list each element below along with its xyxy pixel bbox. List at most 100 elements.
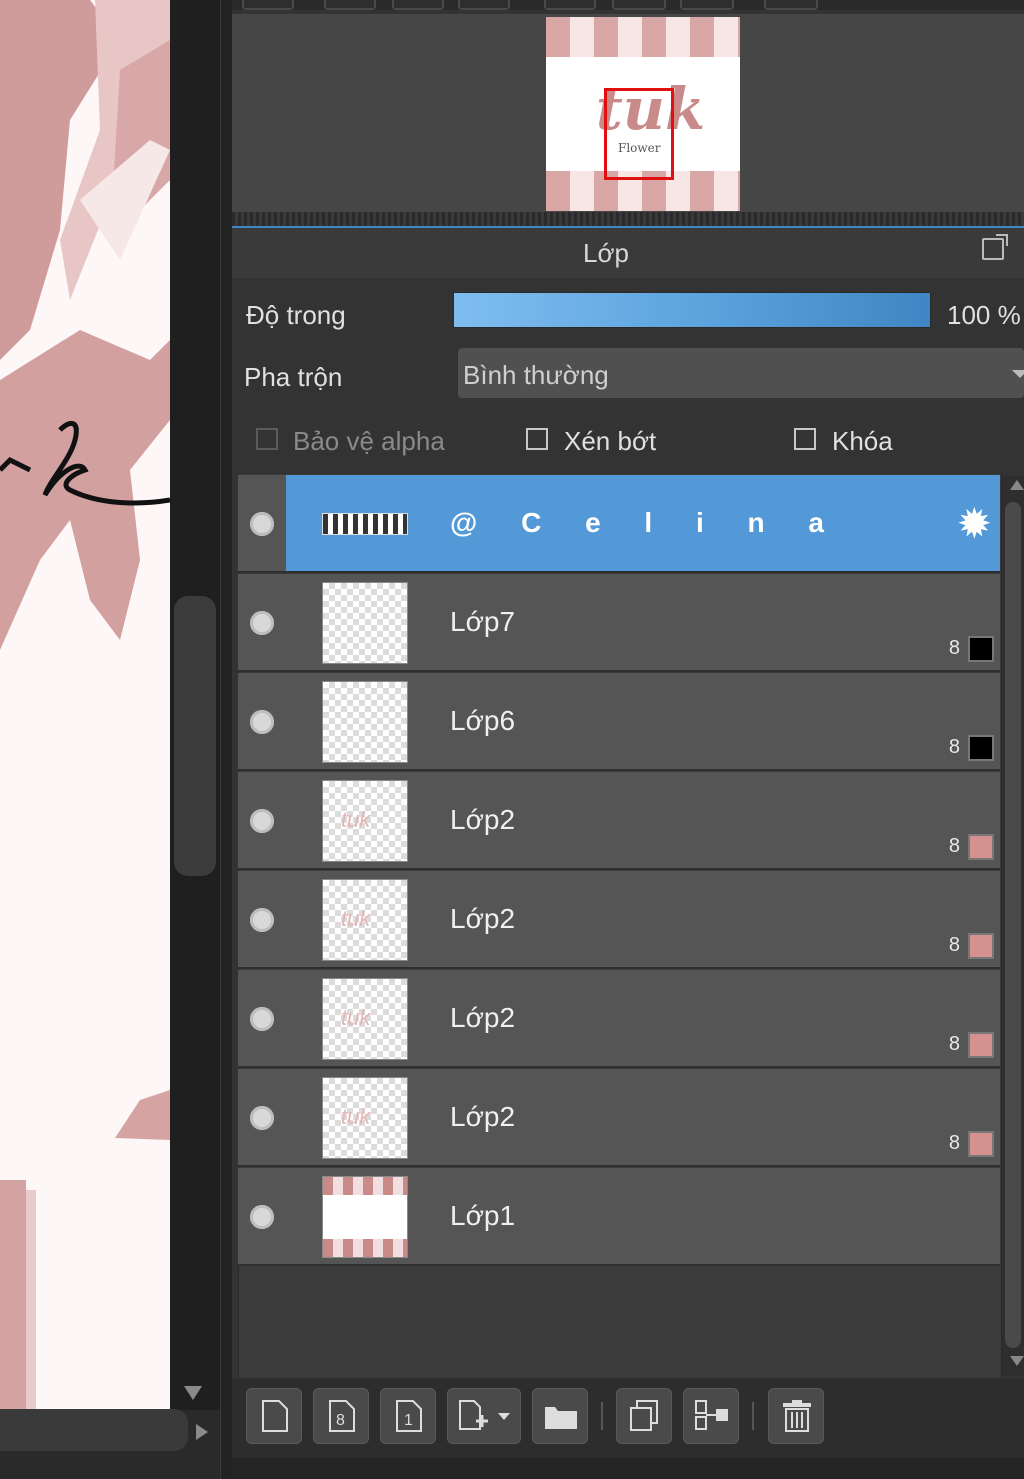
layer-name: @ C e l i n a	[450, 507, 843, 538]
new-1bit-layer-button[interactable]: 1	[380, 1388, 436, 1444]
layer-thumbnail: tuk	[322, 879, 408, 961]
layer-row[interactable]: tuk Lớp2 8	[238, 1069, 1000, 1167]
bit-depth-label: 8	[948, 736, 960, 758]
lock-label: Khóa	[832, 426, 893, 456]
layer-name: Lớp7	[450, 606, 516, 637]
thumbnail-faint-logo: tuk	[341, 1005, 371, 1030]
delete-layer-icon	[783, 1400, 811, 1432]
svg-text:8: 8	[336, 1412, 345, 1429]
svg-text:1: 1	[404, 1412, 413, 1429]
merge-down-icon	[695, 1400, 728, 1430]
protect-alpha-checkbox[interactable]	[256, 428, 278, 450]
scroll-right-arrow-icon[interactable]	[196, 1424, 208, 1440]
opacity-value: 100 %	[947, 300, 1021, 330]
layer-panel-title: Lớp	[583, 238, 629, 268]
thumbnail-top-border	[546, 17, 740, 57]
layer-row[interactable]: Lớp6 8	[238, 673, 1000, 771]
layer-color-swatch[interactable]	[968, 933, 994, 959]
clipping-label: Xén bớt	[564, 426, 657, 456]
visibility-toggle[interactable]	[250, 809, 274, 833]
thumbnail-faint-logo: tuk	[341, 1104, 371, 1129]
navigator-tool-button[interactable]	[392, 0, 444, 10]
navigator-tool-button[interactable]	[680, 0, 734, 10]
lock-checkbox[interactable]	[794, 428, 816, 450]
drawing-canvas[interactable]	[0, 0, 170, 1410]
navigator-tool-button[interactable]	[612, 0, 666, 10]
new-8bit-layer-icon: 8	[329, 1400, 355, 1432]
scroll-down-arrow-icon[interactable]	[1010, 1356, 1024, 1366]
layer-name: Lớp1	[450, 1200, 516, 1231]
panel-separator[interactable]	[232, 212, 1024, 226]
visibility-toggle[interactable]	[250, 908, 274, 932]
layer-name: Lớp2	[450, 804, 516, 835]
opacity-label: Độ trong	[246, 300, 346, 330]
duplicate-layer-button[interactable]	[616, 1388, 672, 1444]
visibility-toggle[interactable]	[250, 710, 274, 734]
canvas-horizontal-scroll-thumb[interactable]	[0, 1409, 188, 1451]
toolbar-separator	[601, 1402, 603, 1430]
new-layer-button[interactable]	[246, 1388, 302, 1444]
navigator-tool-button[interactable]	[764, 0, 818, 10]
protect-alpha-label: Bảo vệ alpha	[293, 426, 445, 456]
merge-down-button[interactable]	[683, 1388, 739, 1444]
bit-depth-label: 8	[948, 934, 960, 956]
navigator-toolbar	[232, 0, 1024, 10]
navigator-tool-button[interactable]	[242, 0, 294, 10]
navigator-tool-button[interactable]	[324, 0, 376, 10]
visibility-toggle[interactable]	[250, 512, 274, 536]
toolbar-separator	[752, 1402, 754, 1430]
layer-color-swatch[interactable]	[968, 834, 994, 860]
navigator-tool-button[interactable]	[544, 0, 596, 10]
layer-thumbnail	[322, 513, 408, 535]
layer-color-swatch[interactable]	[968, 1131, 994, 1157]
layer-thumbnail	[322, 681, 408, 763]
bit-depth-label: 8	[948, 1033, 960, 1055]
layer-row[interactable]: Lớp1	[238, 1168, 1000, 1266]
layer-color-swatch[interactable]	[968, 735, 994, 761]
visibility-toggle[interactable]	[250, 1106, 274, 1130]
gear-icon[interactable]: ✹	[957, 503, 992, 545]
delete-layer-button[interactable]	[768, 1388, 824, 1444]
blend-mode-value: Bình thường	[463, 360, 609, 390]
visibility-toggle[interactable]	[250, 611, 274, 635]
new-8bit-layer-button[interactable]: 8	[313, 1388, 369, 1444]
layer-name: Lớp2	[450, 1002, 516, 1033]
opacity-slider[interactable]	[453, 292, 931, 328]
visibility-toggle[interactable]	[250, 1205, 274, 1229]
visibility-toggle[interactable]	[250, 1007, 274, 1031]
layer-row[interactable]: tuk Lớp2 8	[238, 871, 1000, 969]
layer-row[interactable]: tuk Lớp2 8	[238, 970, 1000, 1068]
layer-name: Lớp2	[450, 1101, 516, 1132]
popout-icon[interactable]	[982, 234, 1008, 260]
layer-row[interactable]: Lớp7 8	[238, 574, 1000, 672]
bit-depth-label: 8	[948, 835, 960, 857]
canvas-artwork	[0, 0, 170, 1410]
layer-thumbnail: tuk	[322, 1077, 408, 1159]
clipping-checkbox[interactable]	[526, 428, 548, 450]
layer-list-scroll-thumb[interactable]	[1005, 502, 1021, 1348]
panel-bottom-edge	[232, 1458, 1024, 1479]
canvas-vertical-scroll-thumb[interactable]	[174, 596, 216, 876]
scroll-up-arrow-icon[interactable]	[1010, 480, 1024, 490]
new-folder-button[interactable]	[532, 1388, 588, 1444]
navigator-view-rectangle[interactable]	[604, 88, 674, 180]
bit-depth-label: 8	[948, 637, 960, 659]
layer-name: Lớp2	[450, 903, 516, 934]
layer-thumbnail: tuk	[322, 780, 408, 862]
layer-row[interactable]: tuk Lớp2 8	[238, 772, 1000, 870]
layer-row-group[interactable]: @ C e l i n a ✹	[238, 475, 1000, 573]
layer-thumbnail	[322, 582, 408, 664]
layer-name: Lớp6	[450, 705, 516, 736]
chevron-down-icon[interactable]	[1012, 370, 1024, 378]
duplicate-layer-icon	[630, 1400, 658, 1431]
new-folder-icon	[545, 1407, 577, 1429]
add-layer-menu-button[interactable]	[447, 1388, 521, 1444]
new-layer-icon	[262, 1400, 288, 1432]
scroll-down-arrow-icon[interactable]	[184, 1386, 202, 1400]
layer-color-swatch[interactable]	[968, 636, 994, 662]
layer-color-swatch[interactable]	[968, 1032, 994, 1058]
thumbnail-faint-logo: tuk	[341, 807, 371, 832]
thumbnail-stripe	[323, 1239, 407, 1257]
add-layer-menu-icon	[459, 1400, 510, 1430]
navigator-tool-button[interactable]	[458, 0, 510, 10]
